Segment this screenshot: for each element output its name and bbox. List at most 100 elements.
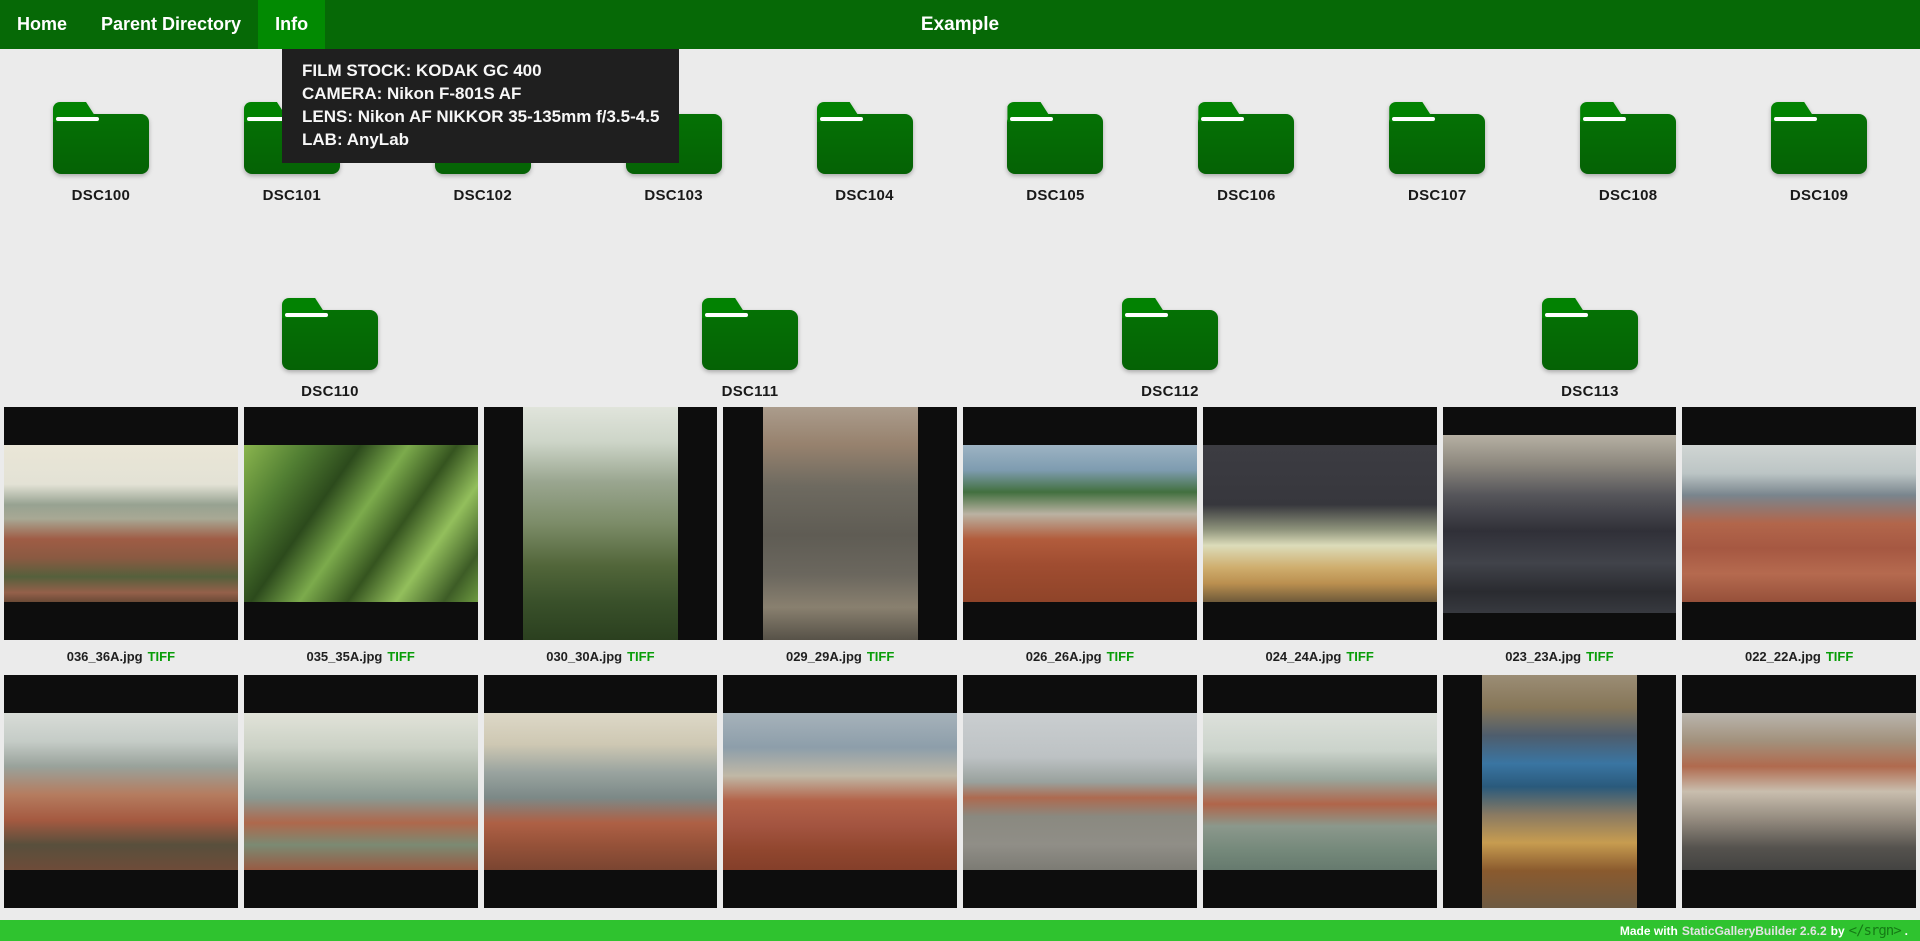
folder-icon (1389, 102, 1485, 174)
folder-icon-body (1580, 114, 1676, 174)
folder-icon-body (1007, 114, 1103, 174)
photo-thumbnail[interactable] (1203, 675, 1437, 908)
photo-format-tag[interactable]: TIFF (1586, 649, 1613, 664)
photo-image (244, 445, 478, 602)
photo-image (1682, 445, 1916, 602)
photo-item (963, 675, 1197, 941)
photo-filename[interactable]: 023_23A.jpg (1505, 649, 1581, 664)
photo-image (963, 445, 1197, 602)
folder-name: DSC102 (453, 187, 512, 204)
folder-icon (1007, 102, 1103, 174)
photo-thumbnail[interactable] (723, 675, 957, 908)
photo-image (763, 407, 918, 640)
footer: Made with StaticGalleryBuilder 2.6.2 by … (0, 920, 1920, 941)
photo-item: 026_26A.jpg TIFF (963, 407, 1197, 675)
footer-made-with: Made with (1620, 924, 1678, 938)
photo-format-tag[interactable]: TIFF (1826, 649, 1853, 664)
folder-icon-highlight (1201, 117, 1244, 121)
info-tooltip-line: FILM STOCK: KODAK GC 400 (302, 59, 659, 82)
folder-icon-body (1542, 310, 1638, 370)
photo-image (963, 713, 1197, 870)
photo-filename[interactable]: 022_22A.jpg (1745, 649, 1821, 664)
folder-icon-highlight (1583, 117, 1626, 121)
photo-thumbnail[interactable] (1443, 675, 1677, 908)
photo-image (4, 445, 238, 602)
photo-item (484, 675, 718, 941)
photo-filename[interactable]: 026_26A.jpg (1026, 649, 1102, 664)
photo-item: 023_23A.jpg TIFF (1443, 407, 1677, 675)
navbar-items: HomeParent DirectoryInfo (0, 0, 325, 49)
nav-item-parent-directory[interactable]: Parent Directory (84, 0, 258, 49)
folder-item-dsc113[interactable]: DSC113 (1500, 298, 1680, 400)
photo-format-tag[interactable]: TIFF (627, 649, 654, 664)
photo-item (4, 675, 238, 941)
footer-by: by (1831, 924, 1845, 938)
photo-thumbnail[interactable] (1443, 407, 1677, 640)
folder-item-dsc108[interactable]: DSC108 (1538, 102, 1718, 204)
folder-item-dsc100[interactable]: DSC100 (11, 102, 191, 204)
photo-filename[interactable]: 035_35A.jpg (306, 649, 382, 664)
folder-icon (282, 298, 378, 370)
photo-filename[interactable]: 024_24A.jpg (1265, 649, 1341, 664)
photo-item (1682, 675, 1916, 941)
photo-image (1682, 713, 1916, 870)
folder-name: DSC107 (1408, 187, 1467, 204)
navbar: HomeParent DirectoryInfo Example (0, 0, 1920, 49)
folder-icon (1771, 102, 1867, 174)
info-tooltip-line: LENS: Nikon AF NIKKOR 35-135mm f/3.5-4.5 (302, 105, 659, 128)
photo-filename[interactable]: 036_36A.jpg (67, 649, 143, 664)
photo-label: 026_26A.jpg TIFF (963, 640, 1197, 675)
footer-builder-name[interactable]: StaticGalleryBuilder 2.6.2 (1682, 924, 1827, 938)
folder-item-dsc109[interactable]: DSC109 (1729, 102, 1909, 204)
info-tooltip: FILM STOCK: KODAK GC 400CAMERA: Nikon F-… (282, 49, 679, 163)
photo-thumbnail[interactable] (963, 407, 1197, 640)
photo-thumbnail[interactable] (244, 675, 478, 908)
photo-format-tag[interactable]: TIFF (387, 649, 414, 664)
photo-image (244, 713, 478, 870)
folder-item-dsc104[interactable]: DSC104 (775, 102, 955, 204)
photo-format-tag[interactable]: TIFF (1107, 649, 1134, 664)
photo-label: 030_30A.jpg TIFF (484, 640, 718, 675)
folder-icon-highlight (1774, 117, 1817, 121)
photo-thumbnail[interactable] (963, 675, 1197, 908)
folder-icon (1542, 298, 1638, 370)
folder-icon (1122, 298, 1218, 370)
folder-name: DSC104 (835, 187, 894, 204)
folder-item-dsc110[interactable]: DSC110 (240, 298, 420, 400)
folder-item-dsc107[interactable]: DSC107 (1347, 102, 1527, 204)
gallery-page: HomeParent DirectoryInfo Example FILM ST… (0, 0, 1920, 941)
photo-label: 029_29A.jpg TIFF (723, 640, 957, 675)
photo-format-tag[interactable]: TIFF (148, 649, 175, 664)
photo-format-tag[interactable]: TIFF (1346, 649, 1373, 664)
folder-icon (1580, 102, 1676, 174)
photo-filename[interactable]: 030_30A.jpg (546, 649, 622, 664)
photo-thumbnail[interactable] (4, 407, 238, 640)
photo-thumbnail[interactable] (4, 675, 238, 908)
folder-icon-highlight (1125, 313, 1168, 317)
photo-item (1443, 675, 1677, 941)
folder-icon-highlight (820, 117, 863, 121)
folder-item-dsc111[interactable]: DSC111 (660, 298, 840, 400)
folder-icon-body (1389, 114, 1485, 174)
photo-thumbnail[interactable] (484, 407, 718, 640)
photo-format-tag[interactable]: TIFF (867, 649, 894, 664)
nav-item-info[interactable]: Info (258, 0, 325, 49)
photo-label: 022_22A.jpg TIFF (1682, 640, 1916, 675)
photo-thumbnail[interactable] (723, 407, 957, 640)
photo-thumbnail[interactable] (484, 675, 718, 908)
folder-name: DSC100 (72, 187, 131, 204)
photo-thumbnail[interactable] (1682, 675, 1916, 908)
photo-thumbnail[interactable] (244, 407, 478, 640)
photo-image (1203, 713, 1437, 870)
photo-thumbnail[interactable] (1682, 407, 1916, 640)
nav-item-home[interactable]: Home (0, 0, 84, 49)
folder-item-dsc106[interactable]: DSC106 (1156, 102, 1336, 204)
photo-filename[interactable]: 029_29A.jpg (786, 649, 862, 664)
photo-label: 036_36A.jpg TIFF (4, 640, 238, 675)
photo-label: 024_24A.jpg TIFF (1203, 640, 1437, 675)
photo-image (484, 713, 718, 870)
folder-item-dsc105[interactable]: DSC105 (965, 102, 1145, 204)
folder-item-dsc112[interactable]: DSC112 (1080, 298, 1260, 400)
footer-builder-logo[interactable]: </srgn> (1849, 923, 1901, 939)
photo-thumbnail[interactable] (1203, 407, 1437, 640)
